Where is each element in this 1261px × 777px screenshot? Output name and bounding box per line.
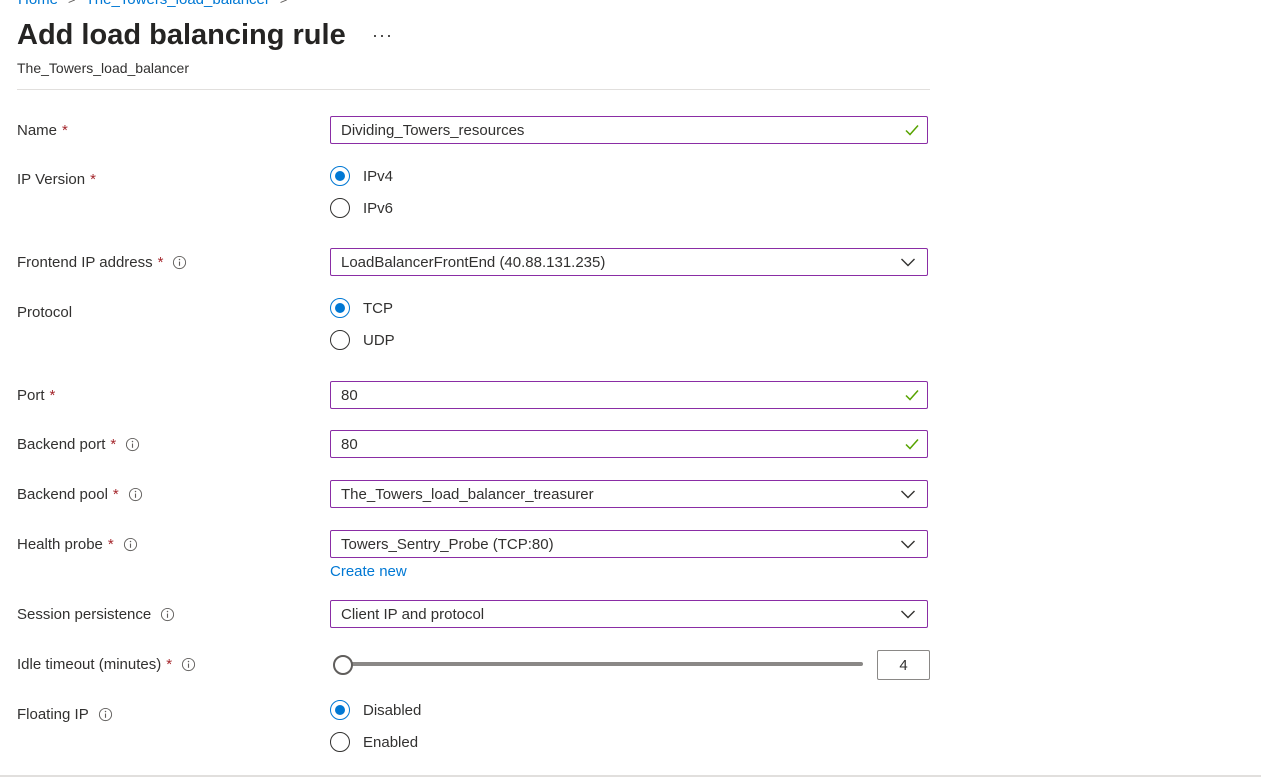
frontend-ip-value: LoadBalancerFrontEnd (40.88.131.235) (341, 253, 606, 271)
backend-port-label-text: Backend port (17, 436, 106, 453)
ip-version-ipv4-radio[interactable]: IPv4 (330, 166, 393, 186)
backend-port-input-value: 80 (341, 435, 358, 453)
backend-pool-label-text: Backend pool (17, 486, 108, 503)
breadcrumb-separator: > (280, 0, 288, 7)
info-icon[interactable] (125, 437, 140, 452)
idle-timeout-label: Idle timeout (minutes) * (17, 656, 196, 673)
info-icon[interactable] (160, 607, 175, 622)
protocol-udp-radio[interactable]: UDP (330, 330, 395, 350)
protocol-label-text: Protocol (17, 304, 73, 321)
chevron-down-icon (901, 540, 915, 549)
backend-pool-dropdown[interactable]: The_Towers_load_balancer_treasurer (330, 480, 928, 508)
info-icon[interactable] (123, 537, 138, 552)
health-probe-label: Health probe * (17, 536, 138, 553)
backend-port-label: Backend port * (17, 436, 140, 453)
name-label-text: Name (17, 122, 58, 139)
backend-pool-label: Backend pool * (17, 486, 143, 503)
floating-ip-disabled-radio[interactable]: Disabled (330, 700, 421, 720)
floating-ip-label-text: Floating IP (17, 706, 89, 723)
idle-timeout-label-text: Idle timeout (minutes) (17, 656, 162, 673)
session-persistence-label-text: Session persistence (17, 606, 152, 623)
required-indicator: * (62, 122, 68, 139)
name-label: Name * (17, 122, 68, 139)
frontend-ip-dropdown[interactable]: LoadBalancerFrontEnd (40.88.131.235) (330, 248, 928, 276)
floating-ip-enabled-radio[interactable]: Enabled (330, 732, 418, 752)
valid-check-icon (905, 439, 919, 450)
valid-check-icon (905, 125, 919, 136)
session-persistence-value: Client IP and protocol (341, 605, 485, 623)
radio-unselected-icon (330, 330, 350, 350)
required-indicator: * (107, 536, 114, 553)
page-subtitle: The_Towers_load_balancer (17, 60, 189, 76)
name-input-value: Dividing_Towers_resources (341, 121, 525, 139)
port-input-value: 80 (341, 386, 358, 404)
required-indicator: * (49, 387, 56, 404)
radio-selected-icon (330, 166, 350, 186)
breadcrumb-separator: > (68, 0, 76, 7)
idle-timeout-slider-track[interactable] (340, 662, 863, 666)
info-icon[interactable] (172, 255, 187, 270)
radio-unselected-icon (330, 198, 350, 218)
name-input[interactable]: Dividing_Towers_resources (330, 116, 928, 144)
ip-version-label-text: IP Version (17, 171, 86, 188)
radio-selected-icon (330, 298, 350, 318)
ip-version-ipv6-radio[interactable]: IPv6 (330, 198, 393, 218)
radio-selected-icon (330, 700, 350, 720)
valid-check-icon (905, 390, 919, 401)
protocol-label: Protocol (17, 304, 72, 321)
required-indicator: * (110, 436, 117, 453)
backend-port-input[interactable]: 80 (330, 430, 928, 458)
info-icon[interactable] (181, 657, 196, 672)
health-probe-label-text: Health probe (17, 536, 103, 553)
header-divider (17, 89, 930, 90)
breadcrumb-home-link[interactable]: Home (18, 0, 58, 8)
chevron-down-icon (901, 490, 915, 499)
create-new-probe-link[interactable]: Create new (330, 563, 407, 580)
session-persistence-label: Session persistence (17, 606, 175, 623)
radio-unselected-icon (330, 732, 350, 752)
health-probe-value: Towers_Sentry_Probe (TCP:80) (341, 535, 554, 553)
idle-timeout-slider-thumb[interactable] (333, 655, 353, 675)
required-indicator: * (157, 254, 164, 271)
radio-label: Disabled (363, 701, 422, 719)
backend-pool-value: The_Towers_load_balancer_treasurer (341, 485, 594, 503)
radio-label: Enabled (363, 733, 419, 751)
info-icon[interactable] (98, 707, 113, 722)
radio-label: UDP (363, 331, 395, 349)
page-title: Add load balancing rule (17, 19, 346, 51)
protocol-tcp-radio[interactable]: TCP (330, 298, 393, 318)
required-indicator: * (112, 486, 119, 503)
required-indicator: * (166, 656, 173, 673)
breadcrumb-load-balancer-link[interactable]: The_Towers_load_balancer (86, 0, 270, 8)
required-indicator: * (90, 171, 96, 188)
info-icon[interactable] (128, 487, 143, 502)
radio-label: TCP (363, 299, 393, 317)
ip-version-label: IP Version * (17, 171, 96, 188)
chevron-down-icon (901, 258, 915, 267)
breadcrumb: Home > The_Towers_load_balancer > (18, 0, 288, 8)
port-input[interactable]: 80 (330, 381, 928, 409)
frontend-ip-label: Frontend IP address * (17, 254, 187, 271)
more-options-button[interactable]: ··· (372, 25, 393, 46)
session-persistence-dropdown[interactable]: Client IP and protocol (330, 600, 928, 628)
idle-timeout-input[interactable]: 4 (877, 650, 930, 680)
radio-label: IPv4 (363, 167, 394, 185)
port-label: Port * (17, 387, 55, 404)
floating-ip-label: Floating IP (17, 706, 113, 723)
frontend-ip-label-text: Frontend IP address (17, 254, 153, 271)
health-probe-dropdown[interactable]: Towers_Sentry_Probe (TCP:80) (330, 530, 928, 558)
radio-label: IPv6 (363, 199, 394, 217)
chevron-down-icon (901, 610, 915, 619)
port-label-text: Port (17, 387, 45, 404)
